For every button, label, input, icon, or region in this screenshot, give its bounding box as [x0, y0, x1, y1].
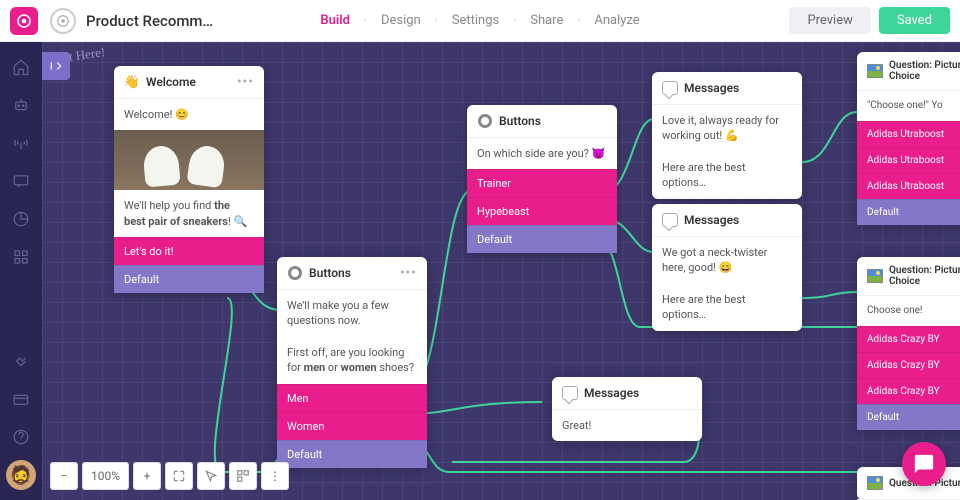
- node-picture-choice-2[interactable]: Question: Picture Choice Choose one! Adi…: [857, 257, 960, 430]
- tab-settings[interactable]: Settings: [444, 9, 507, 32]
- msg1-line1: Love it, always ready for working out! 💪: [652, 105, 802, 152]
- message-icon: [662, 212, 678, 228]
- pic1-sub: "Choose one!" Yo: [857, 91, 960, 121]
- buttons2-line1: On which side are you? 😈: [467, 138, 617, 169]
- tab-build[interactable]: Build: [312, 9, 358, 32]
- opt-adidas-3[interactable]: Adidas Utraboost: [857, 173, 960, 199]
- zoom-out-button[interactable]: −: [50, 462, 78, 490]
- intercom-chat-button[interactable]: [902, 442, 946, 486]
- node-buttons-gender[interactable]: Buttons ••• We'll make you a few question…: [277, 257, 427, 468]
- opt-hypebeast[interactable]: Hypebeast: [467, 197, 617, 225]
- opt-adidas-2[interactable]: Adidas Utraboost: [857, 147, 960, 173]
- home-icon[interactable]: [0, 48, 42, 86]
- msg2-line2: Here are the best options…: [652, 284, 802, 331]
- opt-default[interactable]: Default: [467, 225, 617, 253]
- node-messages-great[interactable]: Messages Great!: [552, 377, 702, 441]
- node-picture-choice-1[interactable]: Question: Picture Choice "Choose one!" Y…: [857, 52, 960, 225]
- opt-crazy-1[interactable]: Adidas Crazy BY: [857, 326, 960, 352]
- apps-icon[interactable]: [0, 238, 42, 276]
- node-menu-icon[interactable]: •••: [237, 74, 254, 90]
- welcome-image: [114, 130, 264, 190]
- node-title: Buttons: [499, 114, 607, 128]
- msg2-line1: We got a neck-twister here, good! 😄: [652, 237, 802, 284]
- msg1-line2: Here are the best options…: [652, 152, 802, 199]
- opt-adidas-1[interactable]: Adidas Utraboost: [857, 121, 960, 147]
- chat-icon[interactable]: [0, 162, 42, 200]
- node-title: Question: Picture Choice: [889, 60, 960, 82]
- node-buttons-side[interactable]: Buttons On which side are you? 😈 Trainer…: [467, 105, 617, 253]
- picture-icon: [867, 268, 883, 284]
- wave-icon: 👋: [124, 74, 140, 90]
- opt-lets-do-it[interactable]: Let's do it!: [114, 237, 264, 265]
- zoom-in-button[interactable]: +: [133, 462, 161, 490]
- node-title: Messages: [684, 213, 792, 227]
- page-title[interactable]: Product Recomm…: [86, 12, 213, 30]
- broadcast-icon[interactable]: [0, 124, 42, 162]
- buttons1-line2: First off, are you looking for men or wo…: [277, 337, 427, 384]
- picture-icon: [867, 63, 883, 79]
- pic2-sub: Choose one!: [857, 296, 960, 326]
- opt-default[interactable]: Default: [114, 265, 264, 293]
- node-title: Welcome: [146, 75, 231, 89]
- billing-icon[interactable]: [0, 380, 42, 418]
- robot-icon[interactable]: [0, 86, 42, 124]
- tab-share[interactable]: Share: [522, 9, 571, 32]
- opt-women[interactable]: Women: [277, 412, 427, 440]
- message-icon: [662, 80, 678, 96]
- app-logo[interactable]: [10, 7, 38, 35]
- picture-icon: [867, 475, 883, 491]
- node-title: Messages: [684, 81, 792, 95]
- canvas-toolbar: − 100% + ⋮: [50, 462, 289, 490]
- left-sidebar: [0, 42, 42, 500]
- node-title: Messages: [584, 386, 692, 400]
- tab-analyze[interactable]: Analyze: [586, 9, 647, 32]
- flow-canvas[interactable]: 👋 Welcome ••• Welcome! 😊 We'll help you fi…: [42, 42, 960, 500]
- opt-trainer[interactable]: Trainer: [467, 169, 617, 197]
- msg3-line1: Great!: [552, 410, 702, 441]
- welcome-line1: Welcome! 😊: [114, 99, 264, 130]
- opt-crazy-2[interactable]: Adidas Crazy BY: [857, 352, 960, 378]
- fit-button[interactable]: [165, 462, 193, 490]
- ring-icon: [287, 265, 303, 281]
- header-tabs: Build› Design› Settings› Share› Analyze: [312, 9, 647, 32]
- opt-default[interactable]: Default: [857, 404, 960, 430]
- ring-icon: [477, 113, 493, 129]
- arrange-button[interactable]: [229, 462, 257, 490]
- pointer-button[interactable]: [197, 462, 225, 490]
- opt-crazy-3[interactable]: Adidas Crazy BY: [857, 378, 960, 404]
- user-avatar[interactable]: 🧔: [6, 460, 36, 490]
- welcome-line2: We'll help you find the best pair of sne…: [114, 190, 264, 237]
- opt-default[interactable]: Default: [277, 440, 427, 468]
- buttons1-line1: We'll make you a few questions now.: [277, 290, 427, 337]
- help-icon[interactable]: [0, 418, 42, 456]
- preview-button[interactable]: Preview: [789, 7, 870, 34]
- opt-default[interactable]: Default: [857, 199, 960, 225]
- handshake-icon[interactable]: [0, 342, 42, 380]
- tab-design[interactable]: Design: [373, 9, 429, 32]
- saved-button[interactable]: Saved: [879, 7, 950, 34]
- node-title: Buttons: [309, 266, 394, 280]
- bot-avatar-icon[interactable]: [50, 8, 76, 34]
- node-messages-trainer[interactable]: Messages Love it, always ready for worki…: [652, 72, 802, 199]
- zoom-level[interactable]: 100%: [82, 462, 129, 490]
- analytics-icon[interactable]: [0, 200, 42, 238]
- node-welcome[interactable]: 👋 Welcome ••• Welcome! 😊 We'll help you fi…: [114, 66, 264, 293]
- node-title: Question: Picture Choice: [889, 265, 960, 287]
- panel-collapse-button[interactable]: [42, 52, 70, 80]
- node-menu-icon[interactable]: •••: [400, 265, 417, 281]
- opt-men[interactable]: Men: [277, 384, 427, 412]
- node-messages-hypebeast[interactable]: Messages We got a neck-twister here, goo…: [652, 204, 802, 331]
- more-button[interactable]: ⋮: [261, 462, 289, 490]
- message-icon: [562, 385, 578, 401]
